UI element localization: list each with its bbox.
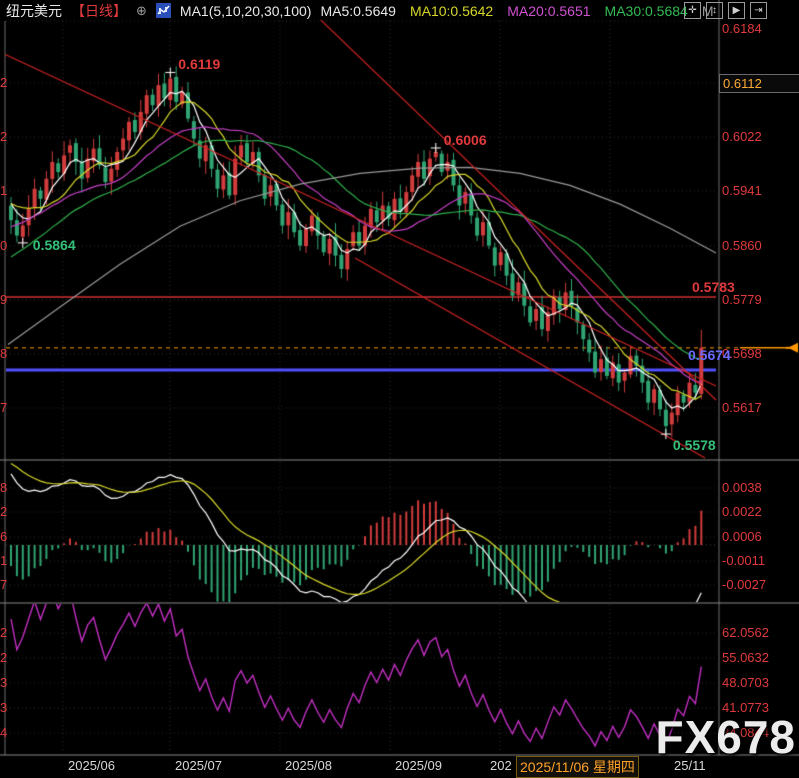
date-label: 2025/07	[175, 758, 222, 773]
ma-value-label: MA5:0.5649	[320, 3, 396, 19]
price-axis-label: 0.5617	[722, 400, 762, 415]
date-label: 2025/09	[395, 758, 442, 773]
price-annotation: 0.5864	[33, 237, 76, 253]
left-axis-digit: 2	[0, 625, 9, 640]
macd-axis-label: 0.0038	[722, 480, 762, 495]
left-axis-digit: 7	[0, 400, 9, 415]
header-bar: 纽元美元 【日线】 ⊕ MA1(5,10,20,30,100) MA5:0.56…	[6, 1, 714, 20]
watermark-text: FX678	[655, 710, 796, 764]
ma-value-label: MA20:0.5651	[507, 3, 590, 19]
macd-axis-label: -0.0011	[722, 553, 765, 568]
symbol-title: 纽元美元	[6, 1, 62, 21]
axis-scale-icon[interactable]: ↕	[706, 2, 723, 19]
left-axis-digit: 4	[0, 725, 9, 740]
axis-highlight-label: 0.6112	[719, 74, 799, 93]
macd-axis-label: 0.0006	[722, 529, 762, 544]
left-axis-digit: 0	[0, 238, 9, 253]
price-axis-label: 0.5860	[722, 238, 762, 253]
macd-axis-label: 0.0022	[722, 504, 762, 519]
kline-chart-icon[interactable]	[156, 3, 171, 18]
left-axis-digit: 1	[0, 553, 9, 568]
left-axis-digit: 8	[0, 346, 9, 361]
add-circle-icon[interactable]: ⊕	[136, 3, 147, 19]
chart-toolbar: ✛ ↕ ▶ ⇥	[684, 2, 767, 19]
price-annotation: 0.6006	[444, 132, 487, 148]
export-icon[interactable]: ⇥	[750, 2, 767, 19]
move-icon[interactable]: ✛	[684, 2, 701, 19]
period-label: 【日线】	[71, 1, 127, 21]
price-axis-label: 0.6184	[722, 21, 762, 36]
ma-value-label: MA10:0.5642	[410, 3, 493, 19]
rsi-axis-label: 62.0562	[722, 625, 769, 640]
left-axis-digit: 3	[0, 675, 9, 690]
rsi-axis-label: 55.0632	[722, 650, 769, 665]
left-axis-digit: 8	[0, 480, 9, 495]
chart-canvas[interactable]	[0, 0, 799, 778]
chart-window: 纽元美元 【日线】 ⊕ MA1(5,10,20,30,100) MA5:0.56…	[0, 0, 799, 778]
axis-play-icon[interactable]: ▶	[728, 2, 745, 19]
left-axis-digit: 9	[0, 292, 9, 307]
left-axis-digit: 6	[0, 529, 9, 544]
date-label: 2025/08	[285, 758, 332, 773]
price-axis-label: 0.5941	[722, 183, 762, 198]
left-axis-digit: 7	[0, 577, 9, 592]
level-label: 0.5783	[692, 279, 735, 295]
left-axis-digit: 2	[0, 504, 9, 519]
left-axis-digit: 2	[0, 75, 9, 90]
price-axis-label: 0.6022	[722, 129, 762, 144]
left-axis-digit: 3	[0, 700, 9, 715]
left-axis-digit: 1	[0, 183, 9, 198]
ma-value-label: MA30:0.5684	[605, 3, 688, 19]
left-axis-digit: 2	[0, 129, 9, 144]
left-axis-digit: 2	[0, 650, 9, 665]
ma-settings-label: MA1(5,10,20,30,100)	[180, 3, 312, 19]
rsi-axis-label: 48.0703	[722, 675, 769, 690]
ma-values-group: MA5:0.5649 MA10:0.5642 MA20:0.5651 MA30:0.5…	[320, 3, 713, 19]
price-annotation: 0.5578	[673, 437, 716, 453]
level-label: 0.5674	[688, 347, 731, 363]
date-tooltip: 2025/11/06 星期四	[516, 756, 639, 778]
macd-axis-label: -0.0027	[722, 577, 766, 592]
price-annotation: 0.6119	[178, 56, 220, 72]
date-label-oct: 202	[490, 758, 512, 773]
date-label: 2025/06	[68, 758, 115, 773]
